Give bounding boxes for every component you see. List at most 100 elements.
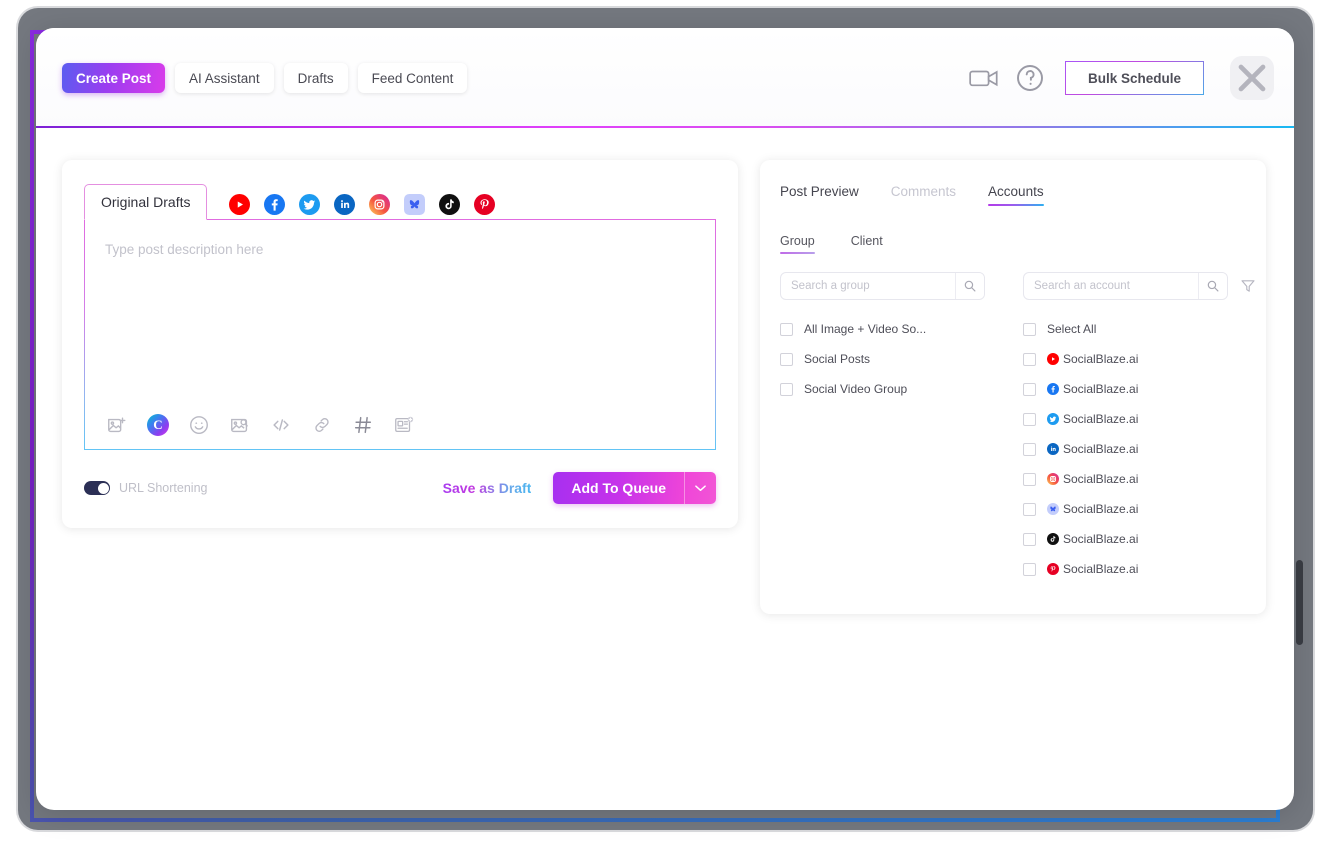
modal-header: Create Post AI Assistant Drafts Feed Con… <box>36 28 1294 128</box>
editor-action-row: URL Shortening Save as Draft Add To Queu… <box>84 472 716 504</box>
group-search-input[interactable] <box>781 273 955 299</box>
bulk-schedule-button[interactable]: Bulk Schedule <box>1064 61 1204 95</box>
group-search-row <box>780 272 985 300</box>
tab-post-preview[interactable]: Post Preview <box>780 184 859 206</box>
editor-tabbar: Original Drafts <box>84 184 716 220</box>
list-item[interactable]: Social Posts <box>780 348 985 370</box>
group-checkbox[interactable] <box>780 382 793 396</box>
search-icon[interactable] <box>955 273 984 299</box>
link-icon[interactable] <box>310 413 334 437</box>
select-all-checkbox[interactable] <box>1023 322 1036 336</box>
account-column: Select All SocialBlaze.ai <box>1023 272 1258 588</box>
create-post-modal: Create Post AI Assistant Drafts Feed Con… <box>36 28 1294 810</box>
frame-scrollbar[interactable] <box>1296 560 1303 645</box>
editor-toolbar: C <box>105 413 695 437</box>
facebook-icon[interactable] <box>264 194 286 215</box>
list-item[interactable]: All Image + Video So... <box>780 318 985 340</box>
twitter-icon <box>1047 413 1059 425</box>
help-circle-icon[interactable] <box>1015 63 1045 93</box>
group-checkbox[interactable] <box>780 352 793 366</box>
tab-drafts[interactable]: Drafts <box>283 63 348 93</box>
account-label: SocialBlaze.ai <box>1063 412 1139 426</box>
account-label: SocialBlaze.ai <box>1063 502 1139 516</box>
group-label: All Image + Video So... <box>804 322 927 336</box>
list-item[interactable]: SocialBlaze.ai <box>1023 468 1258 490</box>
twitter-icon[interactable] <box>299 194 321 215</box>
post-editor-card: Original Drafts Type post description he… <box>62 160 738 528</box>
tab-feed-content[interactable]: Feed Content <box>357 63 468 93</box>
account-checkbox[interactable] <box>1023 382 1036 396</box>
account-checkbox[interactable] <box>1023 532 1036 546</box>
list-item[interactable]: SocialBlaze.ai <box>1023 348 1258 370</box>
post-editor-box: Type post description here C <box>84 219 716 450</box>
pinterest-icon <box>1047 563 1059 575</box>
group-checkbox[interactable] <box>780 322 793 336</box>
search-icon[interactable] <box>1198 273 1227 299</box>
list-item[interactable]: SocialBlaze.ai <box>1023 438 1258 460</box>
list-item[interactable]: SocialBlaze.ai <box>1023 498 1258 520</box>
header-tabs: Create Post AI Assistant Drafts Feed Con… <box>62 63 468 93</box>
tab-comments[interactable]: Comments <box>891 184 956 206</box>
youtube-icon[interactable] <box>229 194 251 215</box>
account-checkbox[interactable] <box>1023 562 1036 576</box>
media-card-icon[interactable] <box>392 413 416 437</box>
account-checkbox[interactable] <box>1023 352 1036 366</box>
chevron-down-icon[interactable] <box>684 472 716 504</box>
group-search-box[interactable] <box>780 272 985 300</box>
account-search-box[interactable] <box>1023 272 1228 300</box>
list-item[interactable]: Social Video Group <box>780 378 985 400</box>
sub-tab-client[interactable]: Client <box>851 234 883 254</box>
add-to-queue-button[interactable]: Add To Queue <box>553 472 716 504</box>
add-image-icon[interactable] <box>105 413 129 437</box>
account-list: Select All SocialBlaze.ai SocialBlaze.ai… <box>1023 318 1258 580</box>
tab-original-drafts[interactable]: Original Drafts <box>84 184 208 220</box>
tab-accounts[interactable]: Accounts <box>988 184 1044 206</box>
canva-icon[interactable]: C <box>146 413 170 437</box>
instagram-icon[interactable] <box>369 194 391 215</box>
modal-body: Original Drafts Type post description he… <box>36 128 1294 614</box>
list-item[interactable]: SocialBlaze.ai <box>1023 558 1258 580</box>
save-as-draft-button[interactable]: Save as Draft <box>443 480 532 496</box>
image-search-icon[interactable] <box>228 413 252 437</box>
platform-selector-row <box>229 194 496 220</box>
account-label: SocialBlaze.ai <box>1063 442 1139 456</box>
accounts-columns: All Image + Video So... Social Posts Soc… <box>780 272 1255 588</box>
list-item[interactable]: SocialBlaze.ai <box>1023 528 1258 550</box>
sub-tab-group[interactable]: Group <box>780 234 815 254</box>
pinterest-icon[interactable] <box>474 194 496 215</box>
preview-tabs: Post Preview Comments Accounts <box>780 184 1244 206</box>
account-checkbox[interactable] <box>1023 412 1036 426</box>
account-checkbox[interactable] <box>1023 442 1036 456</box>
select-all-row[interactable]: Select All <box>1023 318 1258 340</box>
account-label: SocialBlaze.ai <box>1063 532 1139 546</box>
list-item[interactable]: SocialBlaze.ai <box>1023 378 1258 400</box>
preview-panel-card: Post Preview Comments Accounts Group Cli… <box>760 160 1266 614</box>
code-icon[interactable] <box>269 413 293 437</box>
url-shortening-toggle[interactable]: URL Shortening <box>84 481 207 495</box>
post-description-input[interactable]: Type post description here <box>105 242 695 257</box>
account-checkbox[interactable] <box>1023 502 1036 516</box>
account-sub-tabs: Group Client <box>780 234 1244 254</box>
header-actions: Bulk Schedule <box>969 56 1274 100</box>
filter-funnel-icon[interactable] <box>1238 276 1258 296</box>
account-label: SocialBlaze.ai <box>1063 352 1139 366</box>
account-checkbox[interactable] <box>1023 472 1036 486</box>
linkedin-icon[interactable] <box>334 194 356 215</box>
account-search-input[interactable] <box>1024 273 1198 299</box>
hashtag-icon[interactable] <box>351 413 375 437</box>
linkedin-icon <box>1047 443 1059 455</box>
tab-ai-assistant[interactable]: AI Assistant <box>175 63 274 93</box>
close-icon[interactable] <box>1230 56 1274 100</box>
tab-create-post[interactable]: Create Post <box>62 63 166 93</box>
bluesky-icon[interactable] <box>404 194 426 215</box>
account-label: SocialBlaze.ai <box>1063 562 1139 576</box>
toggle-switch[interactable] <box>84 481 110 495</box>
list-item[interactable]: SocialBlaze.ai <box>1023 408 1258 430</box>
emoji-icon[interactable] <box>187 413 211 437</box>
add-to-queue-label[interactable]: Add To Queue <box>553 472 684 504</box>
tiktok-icon[interactable] <box>439 194 461 215</box>
url-shortening-label: URL Shortening <box>119 481 208 495</box>
video-camera-icon[interactable] <box>969 63 999 93</box>
group-label: Social Posts <box>804 352 871 366</box>
header-gradient-divider <box>36 126 1294 128</box>
